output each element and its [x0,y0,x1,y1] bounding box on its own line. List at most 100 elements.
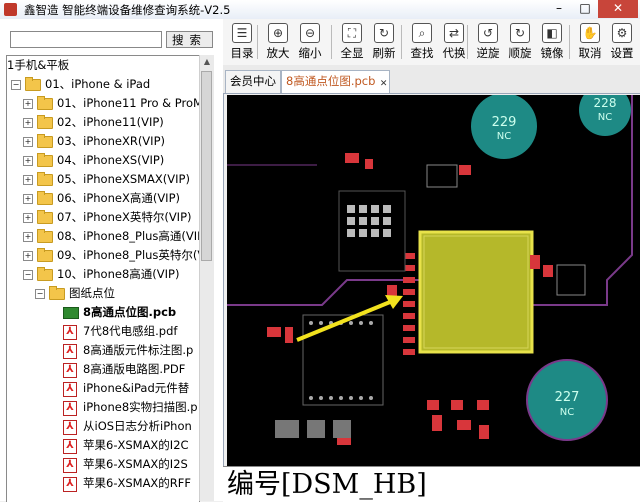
toolbar-button-label: 取消 [578,46,602,60]
tree-item-label: 05、iPhoneXSMAX(VIP) [57,172,190,186]
toolbar-button-cancel[interactable]: ✋ 取消 [575,23,605,61]
qfn-chip-bottom [302,314,384,406]
folder-icon [25,77,41,91]
tree-item-label: 08、iPhone8_Plus高通(VIP) [57,229,200,243]
folder-icon [37,134,53,148]
tree-item-label: iPhone&iPad元件替 [83,381,190,395]
expand-toggle-icon[interactable]: − [35,289,45,299]
tab-label: 8高通点位图.pcb [286,74,376,88]
pcb-viewer[interactable]: 229 NC 228 NC 227 NC [227,95,640,466]
expand-toggle-icon[interactable]: + [23,118,33,128]
folder-icon [37,153,53,167]
expand-toggle-icon[interactable]: + [23,99,33,109]
pad-nc-label: NC [497,131,511,142]
scroll-thumb[interactable] [201,71,212,261]
toolbar-button-fit-screen[interactable]: ⛶ 全显 [337,23,367,61]
zoom-out-icon: ⊖ [300,23,320,43]
expand-toggle-icon[interactable]: + [23,194,33,204]
toolbar-button-rotate-cw[interactable]: ↻ 顺旋 [505,23,535,61]
toolbar-button-search[interactable]: ⌕ 查找 [407,23,437,61]
toolbar-button-label: 放大 [266,46,290,60]
search-button[interactable]: 搜索 [166,31,213,48]
tree-item-label: 04、iPhoneXS(VIP) [57,153,165,167]
rotate-cw-icon: ↻ [510,23,530,43]
folder-icon [37,115,53,129]
close-tab-icon[interactable]: ✕ [380,74,388,95]
pcb-drawing: 229 NC 228 NC 227 NC [227,95,633,445]
pad-number: 228 [594,96,617,110]
expand-toggle-icon[interactable]: − [23,270,33,280]
pdf-file-icon: ⅄ [63,420,77,435]
tree-item-label: 8高通点位图.pcb [83,305,177,319]
folder-icon [37,267,53,281]
mirror-icon: ◧ [542,23,562,43]
expand-toggle-icon[interactable]: + [23,137,33,147]
folder-icon [49,286,65,300]
search-input[interactable] [10,31,162,48]
refresh-icon: ↻ [374,23,394,43]
toolbar-button-settings[interactable]: ⚙ 设置 [607,23,637,61]
tree-item-label: 苹果6-XSMAX的I2S [83,457,188,471]
tree-scrollbar[interactable]: ▲ [199,55,214,501]
pdf-file-icon: ⅄ [63,401,77,416]
toolbar-button-label: 查找 [410,46,434,60]
toolbar-button-book[interactable]: ☰ 目录 [227,23,257,61]
search-row: 搜索 [6,31,213,48]
pdf-file-icon: ⅄ [63,325,77,340]
tree-item-label: 06、iPhoneX高通(VIP) [57,191,180,205]
minimize-button[interactable]: – [546,0,572,18]
gray-pad [275,420,299,438]
toolbar-button-label: 缩小 [298,46,322,60]
toolbar: ☰ 目录 ⊕ 放大 ⊖ 缩小 ⛶ 全显 ↻ 刷新 ⌕ 查找 ⇄ 代换 ↺ 逆旋 ↻ 顺旋 ◧ 镜像 ✋ 取消 ⚙ 设置 [223,19,640,66]
tree-item-label: 07、iPhoneX英特尔(VIP) [57,210,192,224]
expand-toggle-icon[interactable]: + [23,251,33,261]
toolbar-button-zoom-in[interactable]: ⊕ 放大 [263,23,293,61]
expand-toggle-icon[interactable]: + [23,156,33,166]
cancel-icon: ✋ [580,23,600,43]
tree-item-label: 苹果6-XSMAX的I2C [83,438,189,452]
toolbar-button-rotate-ccw[interactable]: ↺ 逆旋 [473,23,503,61]
expand-toggle-icon[interactable]: + [23,213,33,223]
tree-item-label: 8高通版元件标注图.p [83,343,194,357]
tree-item-label: 10、iPhone8高通(VIP) [57,267,180,281]
tree-item-label: 02、iPhone11(VIP) [57,115,164,129]
gray-pad [307,420,325,438]
toolbar-button-mirror[interactable]: ◧ 镜像 [537,23,567,61]
close-button[interactable]: ✕ [598,0,638,18]
pdf-file-icon: ⅄ [63,363,77,378]
toolbar-button-replace[interactable]: ⇄ 代换 [439,23,469,61]
component-id-label: 编号[DSM_HB] [223,466,640,502]
toolbar-button-label: 设置 [610,46,634,60]
pad-number: 227 [555,390,580,405]
toolbar-button-label: 刷新 [372,46,396,60]
search-icon: ⌕ [412,23,432,43]
pad-number: 229 [492,115,517,130]
file-tree: 1手机&平板 − 01、iPhone & iPad +01、iPhone11 Pro … [6,55,200,502]
toolbar-button-zoom-out[interactable]: ⊖ 缩小 [295,23,325,61]
toolbar-button-label: 目录 [230,46,254,60]
tree-item-label: 01、iPhone11 Pro & ProM [57,96,200,110]
pcb-file-icon [63,307,79,319]
folder-icon [37,248,53,262]
expand-toggle-icon[interactable]: + [23,175,33,185]
left-panel: 搜索 1手机&平板 − 01、iPhone & iPad +01、iPhone11 P… [0,19,224,502]
tab-pcb-file[interactable]: 8高通点位图.pcb ✕ [281,70,391,95]
toolbar-button-refresh[interactable]: ↻ 刷新 [369,23,399,61]
expand-toggle-icon[interactable]: + [23,232,33,242]
folder-icon [37,172,53,186]
maximize-button[interactable]: □ [572,0,598,18]
scroll-up-icon[interactable]: ▲ [200,55,214,69]
tab-member-center[interactable]: 会员中心 [225,70,281,93]
expand-toggle-icon[interactable]: − [11,80,21,90]
main-chip [418,230,534,354]
toolbar-button-label: 逆旋 [476,46,500,60]
toolbar-separator [569,25,570,59]
toolbar-button-label: 代换 [442,46,466,60]
window-controls: – □ ✕ [546,0,638,18]
toolbar-separator [257,25,258,59]
tree-item-label: iPhone8实物扫描图.p [83,400,198,414]
tree-item-label: 从iOS日志分析iPhon [83,419,192,433]
gray-pad [333,420,351,438]
tree-item-label: 图纸点位 [69,286,115,300]
pdf-file-icon: ⅄ [63,344,77,359]
